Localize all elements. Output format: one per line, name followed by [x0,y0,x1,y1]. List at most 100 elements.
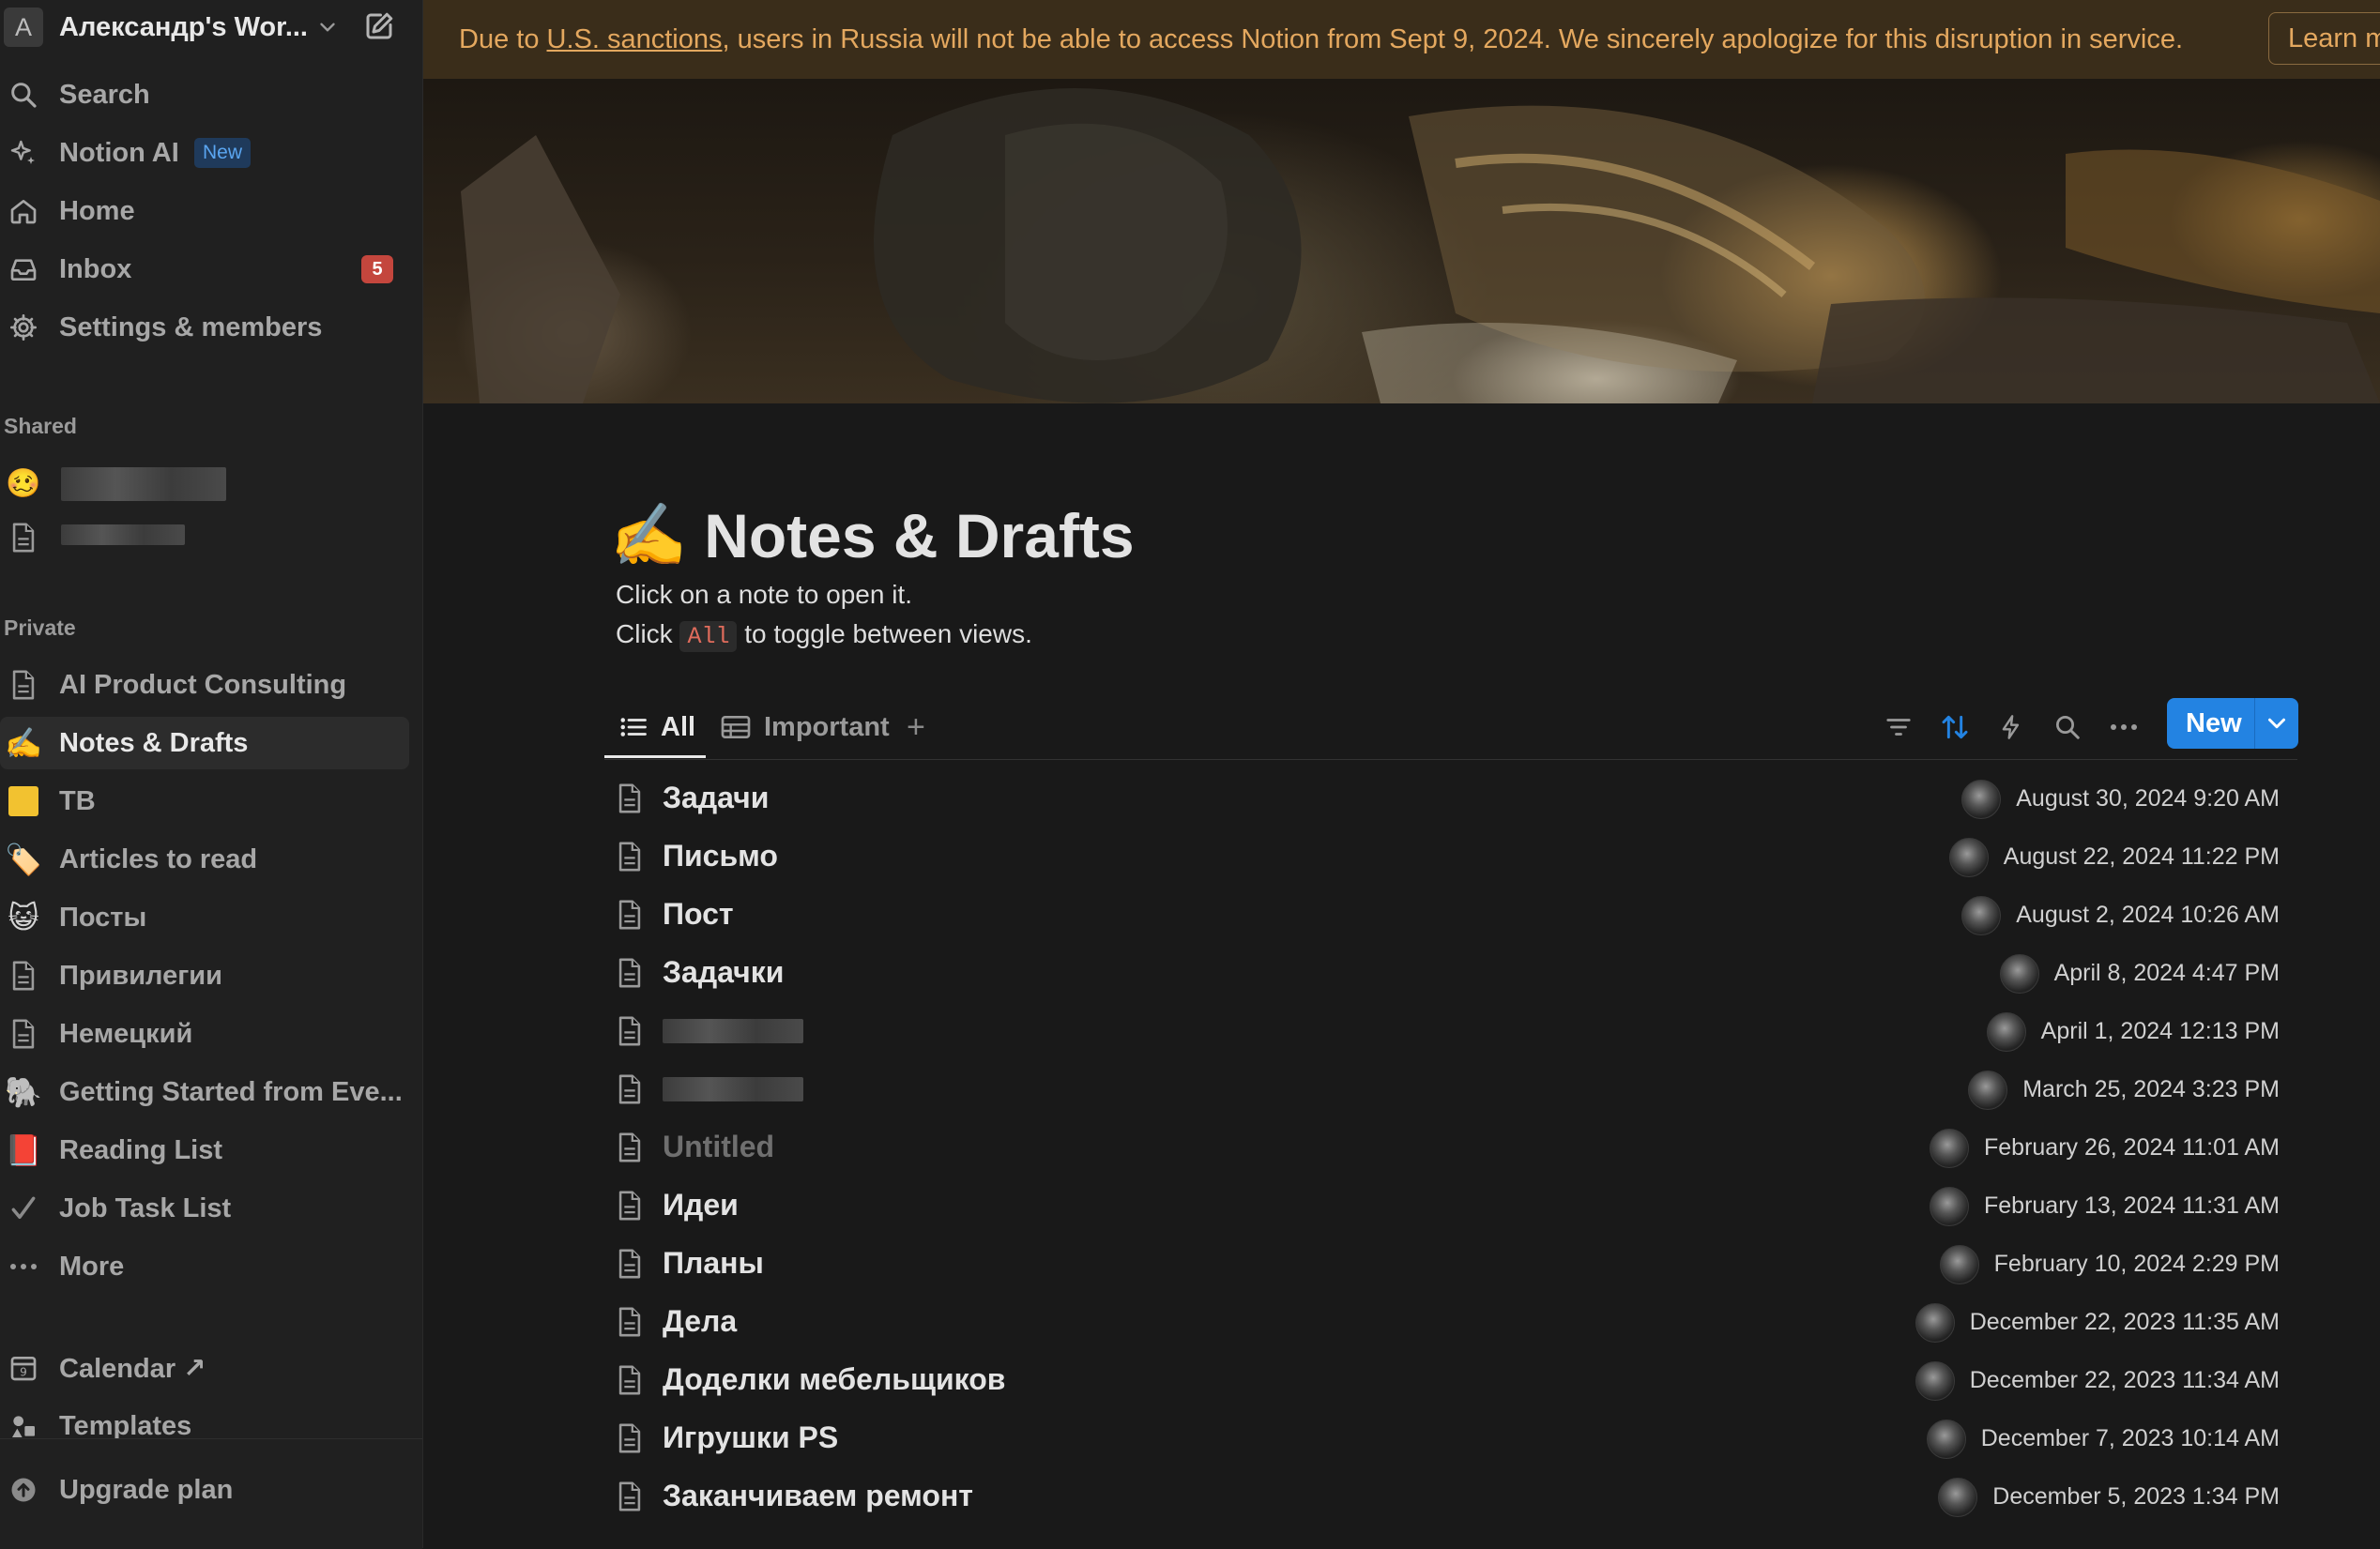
workspace-switcher[interactable]: A Александр's Wor... [0,6,422,49]
page-title-text[interactable]: Notes & Drafts [704,500,1134,571]
sidebar-item-shared-1[interactable]: 🥴 [0,457,409,509]
avatar[interactable] [1915,1361,1955,1401]
sidebar-item-notion-ai[interactable]: Notion AI New [0,127,409,179]
sidebar-item-posty[interactable]: 😺 Посты [0,891,409,944]
sidebar-item-label: Upgrade plan [59,1474,234,1505]
new-page-icon[interactable] [362,9,396,48]
avatar[interactable] [1961,896,2002,935]
avatar[interactable] [1929,1187,1969,1226]
inbox-icon [6,251,41,287]
avatar[interactable] [1929,1129,1969,1168]
avatar[interactable] [1915,1303,1955,1343]
sidebar-item-notes-drafts[interactable]: ✍️ Notes & Drafts [0,717,409,769]
note-title[interactable]: Идеи [663,1188,739,1222]
sidebar-item-calendar[interactable]: 9 Calendar ↗ [0,1342,409,1394]
note-title[interactable]: Задачки [663,955,784,990]
upgrade-plan-button[interactable]: Upgrade plan [0,1464,409,1516]
note-title[interactable]: Пост [663,897,734,932]
avatar[interactable] [1926,1420,1966,1459]
sidebar-item-ai-product-consulting[interactable]: AI Product Consulting [0,659,409,711]
note-date: February 10, 2024 2:29 PM [1993,1251,2280,1277]
list-item[interactable]: April 1, 2024 12:13 PM [604,1002,2297,1060]
sidebar-item-settings[interactable]: Settings & members [0,301,409,354]
list-item[interactable]: Планы February 10, 2024 2:29 PM [604,1235,2297,1293]
note-title[interactable]: Планы [663,1246,764,1281]
page-icon [616,782,644,819]
list-item[interactable]: Задачи August 30, 2024 9:20 AM [604,769,2297,828]
list-item[interactable]: Идеи February 13, 2024 11:31 AM [604,1177,2297,1235]
chevron-down-icon[interactable] [315,15,340,44]
note-title[interactable]: Заканчиваем ремонт [663,1479,973,1513]
sidebar-item-job-task-list[interactable]: Job Task List [0,1182,409,1235]
section-label-private: Private [4,615,76,640]
list-item[interactable]: Untitled February 26, 2024 11:01 AM [604,1118,2297,1177]
list-item[interactable]: Письмо August 22, 2024 11:22 PM [604,828,2297,886]
tab-important[interactable]: Important [721,699,890,755]
sanctions-link[interactable]: U.S. sanctions [547,24,723,54]
sidebar-item-label: Search [59,79,150,110]
redacted-title [663,1019,803,1043]
list-item[interactable]: March 25, 2024 3:23 PM [604,1060,2297,1118]
search-icon[interactable] [2050,709,2085,745]
filter-icon[interactable] [1881,709,1916,745]
sidebar-item-tb[interactable]: TB [0,775,409,828]
sidebar-item-label: Settings & members [59,311,323,342]
sidebar: A Александр's Wor... Search Notion AI Ne… [0,0,423,1549]
note-date: August 22, 2024 11:22 PM [2003,843,2280,870]
note-title[interactable]: Untitled [663,1130,774,1164]
new-badge: New [194,138,252,168]
avatar[interactable] [1938,1478,1978,1517]
note-date: August 30, 2024 9:20 AM [2016,785,2280,812]
new-button[interactable]: New [2167,698,2298,749]
more-options-icon[interactable] [2106,709,2142,745]
gear-icon [6,310,41,345]
list-item[interactable]: Заканчиваем ремонт December 5, 2023 1:34 … [604,1467,2297,1526]
list-item[interactable]: Задачки April 8, 2024 4:47 PM [604,944,2297,1002]
sidebar-item-label: Немецкий [59,1018,193,1049]
avatar[interactable] [1948,838,1989,877]
sidebar-item-privilegii[interactable]: Привилегии [0,949,409,1002]
page-icon [616,1422,644,1459]
note-title[interactable]: Доделки мебельщиков [663,1362,1005,1397]
sidebar-item-getting-started[interactable]: 🐘 Getting Started from Eve... [0,1066,409,1118]
sidebar-item-search[interactable]: Search [0,68,409,121]
sidebar-item-reading-list[interactable]: 📕 Reading List [0,1124,409,1177]
avatar[interactable] [1961,780,2002,819]
sidebar-item-inbox[interactable]: Inbox 5 [0,243,409,296]
list-item[interactable]: Дела December 22, 2023 11:35 AM [604,1293,2297,1351]
page-icon [616,841,644,877]
sidebar-item-home[interactable]: Home [0,185,409,237]
yellow-square-icon [6,783,41,819]
list-item[interactable]: Доделки мебельщиков December 22, 2023 11:… [604,1351,2297,1409]
lightning-icon[interactable] [1993,709,2029,745]
list-item[interactable]: Пост August 2, 2024 10:26 AM [604,886,2297,944]
avatar[interactable] [1939,1245,1979,1284]
sidebar-item-nemetskiy[interactable]: Немецкий [0,1008,409,1060]
page-description-line1: Click on a note to open it. [616,580,912,609]
sidebar-item-shared-2[interactable] [0,511,409,564]
sidebar-item-articles-to-read[interactable]: 🏷️ Articles to read [0,833,409,886]
sidebar-item-more[interactable]: More [0,1240,409,1293]
avatar[interactable] [1999,954,2039,994]
note-title[interactable]: Игрушки PS [663,1420,838,1455]
page-cover-image[interactable] [423,79,2380,403]
notion-app: A Александр's Wor... Search Notion AI Ne… [0,0,2380,1549]
section-label-shared: Shared [4,414,77,438]
note-title[interactable]: Задачи [663,781,769,815]
list-item[interactable]: Игрушки PS December 7, 2023 10:14 AM [604,1409,2297,1467]
page-icon [6,1016,41,1052]
note-title[interactable]: Дела [663,1304,737,1339]
chevron-down-icon[interactable] [2263,709,2291,742]
page-title[interactable]: ✍️ Notes & Drafts [610,499,1135,572]
sort-icon[interactable] [1937,709,1973,745]
learn-more-button[interactable]: Learn m [2268,12,2380,65]
tab-label: All [661,711,696,742]
page-icon [6,958,41,994]
redacted-text [61,467,226,501]
add-view-button[interactable]: + [907,699,925,755]
writing-hand-icon[interactable]: ✍️ [610,499,687,572]
tab-all[interactable]: All [604,699,710,755]
note-title[interactable]: Письмо [663,839,778,873]
avatar[interactable] [1968,1071,2008,1110]
avatar[interactable] [1986,1012,2026,1052]
